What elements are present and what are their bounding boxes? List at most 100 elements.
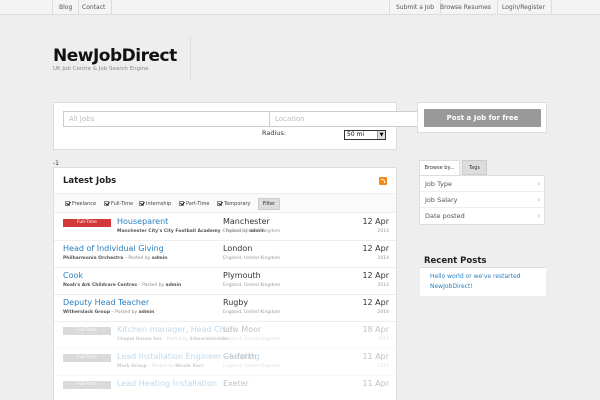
job-year: 2014 [377, 310, 389, 315]
job-date: 11 Apr [362, 379, 389, 388]
job-location: Low Moor [223, 325, 262, 334]
job-row[interactable]: Full-Time Houseparent Manchester City's … [54, 214, 396, 241]
browse-item-label: Job Type [425, 180, 453, 188]
location-input[interactable]: Location [270, 111, 439, 127]
site-logo[interactable]: NewJobDirect [53, 46, 177, 66]
job-row[interactable]: Head of Individual Giving Philharmonia O… [54, 241, 396, 268]
recent-posts-title: Recent Posts [424, 256, 487, 266]
browse-item-label: Job Salary [425, 196, 458, 204]
job-type-badge: Full-Time [63, 354, 111, 362]
filter-temporary[interactable]: Temporary [217, 201, 251, 207]
job-year: 2014 [377, 364, 389, 369]
checkbox-icon[interactable] [139, 201, 144, 206]
job-type-badge: Full-Time [63, 381, 111, 389]
job-poster: admin [165, 283, 182, 288]
job-location: Manchester [223, 217, 270, 226]
job-location: Exeter [223, 379, 249, 388]
browse-item-job-type[interactable]: Job Type › [420, 176, 544, 192]
recent-posts-list: Hello world or we've restarted NewJobDir… [420, 268, 546, 296]
latest-jobs-panel: Latest Jobs Freelance Full-Time Internsh… [53, 167, 397, 400]
browse-item-label: Date posted [425, 212, 465, 220]
nav-link-login-register[interactable]: Login/Register [496, 0, 552, 15]
filter-full-time[interactable]: Full-Time [104, 201, 133, 207]
job-meta: Philharmonia Orchestra – Posted by admin [63, 256, 168, 261]
job-type-filters: Freelance Full-Time Internship Part-Time… [54, 193, 396, 213]
job-year: 2014 [377, 283, 389, 288]
job-company: Mark Group [117, 364, 147, 369]
filter-button[interactable]: Filter [258, 198, 280, 210]
job-poster: Nicole Kerr [175, 364, 204, 369]
keywords-input[interactable]: All Jobs [63, 111, 270, 127]
filter-freelance[interactable]: Freelance [65, 201, 96, 207]
checkbox-icon[interactable] [179, 201, 184, 206]
recent-post-link[interactable]: Hello world or we've restarted NewJobDir… [430, 272, 542, 292]
job-year: 2014 [377, 337, 389, 342]
job-date: 12 Apr [362, 271, 389, 280]
rss-icon[interactable] [379, 177, 387, 185]
nav-link-browse-resumes[interactable]: Browse Resumes [434, 0, 498, 15]
filter-part-time[interactable]: Part-Time [179, 201, 209, 207]
filter-label: Freelance [72, 201, 97, 207]
checkbox-icon[interactable] [217, 201, 222, 206]
job-row[interactable]: Cook Noah's Ark Childcare Centres – Post… [54, 268, 396, 295]
job-location: Garforth [223, 352, 257, 361]
job-type-badge: Full-Time [63, 327, 111, 335]
job-company: Philharmonia Orchestra [63, 256, 124, 261]
filter-label: Internship [146, 201, 172, 207]
chevron-right-icon: › [537, 196, 540, 204]
header-divider [190, 37, 191, 81]
checkbox-icon[interactable] [104, 201, 109, 206]
job-date: 11 Apr [362, 352, 389, 361]
job-date: 18 Apr [362, 325, 389, 334]
job-country: England, United Kingdom [223, 229, 281, 234]
job-row[interactable]: Full-Time Lead Installation Engineer - h… [54, 349, 396, 376]
job-title-link[interactable]: Houseparent [117, 217, 168, 226]
job-poster: admin [138, 310, 155, 315]
job-location: Plymouth [223, 271, 261, 280]
filter-label: Full-Time [111, 201, 134, 207]
job-title-link[interactable]: Head of Individual Giving [63, 244, 164, 253]
job-type-badge: Full-Time [63, 219, 111, 227]
job-company: Manchester City's City Football Academy [117, 229, 221, 234]
search-panel: All Jobs Location [53, 102, 439, 150]
job-country: England, United Kingdom [223, 337, 281, 342]
job-company: Noah's Ark Childcare Centres [63, 283, 137, 288]
job-meta: Noah's Ark Childcare Centres – Posted by… [63, 283, 182, 288]
latest-jobs-title: Latest Jobs [63, 176, 117, 186]
job-location: Rugby [223, 298, 249, 307]
browse-widget: Browse by... Tags Job Type › Job Salary › … [417, 160, 547, 226]
job-date: 12 Apr [362, 298, 389, 307]
nav-link-contact[interactable]: Contact [76, 0, 113, 15]
job-year: 2014 [377, 256, 389, 261]
browse-item-job-salary[interactable]: Job Salary › [420, 192, 544, 208]
browse-item-date-posted[interactable]: Date posted › [420, 208, 544, 224]
job-row[interactable]: Deputy Head Teacher Witherslack Group – … [54, 295, 396, 322]
job-poster: admin [151, 256, 168, 261]
chevron-down-icon: ▼ [377, 131, 385, 139]
stray-text: -1 [53, 160, 59, 167]
radius-value: 50 mi [347, 131, 365, 138]
tab-tags[interactable]: Tags [462, 160, 487, 175]
radius-label: Radius: [262, 129, 286, 137]
tab-browse-by[interactable]: Browse by... [419, 160, 460, 175]
job-date: 12 Apr [362, 217, 389, 226]
job-meta: Witherslack Group – Posted by admin [63, 310, 155, 315]
job-row[interactable]: Full-Time Kitchen manager, Head Chef Cha… [54, 322, 396, 349]
job-title-link[interactable]: Deputy Head Teacher [63, 298, 149, 307]
post-job-panel: Post a Job for free [417, 102, 547, 133]
job-meta: Mark Group – Posted by Nicole Kerr [117, 364, 204, 369]
job-title-link[interactable]: Cook [63, 271, 83, 280]
job-company: Witherslack Group [63, 310, 111, 315]
job-year: 2014 [377, 229, 389, 234]
filter-internship[interactable]: Internship [139, 201, 171, 207]
post-job-button[interactable]: Post a Job for free [424, 109, 541, 127]
filter-label: Part-Time [186, 201, 210, 207]
radius-select[interactable]: 50 mi ▼ [344, 130, 386, 140]
job-date: 12 Apr [362, 244, 389, 253]
job-title-link[interactable]: Lead Heating Installation [117, 379, 217, 388]
job-title-link[interactable]: Kitchen manager, Head Chef [117, 325, 233, 334]
checkbox-icon[interactable] [65, 201, 70, 206]
job-row[interactable]: Full-Time Lead Heating Installation Exet… [54, 376, 396, 400]
job-country: England, United Kingdom [223, 364, 281, 369]
job-country: England, United Kingdom [223, 256, 281, 261]
